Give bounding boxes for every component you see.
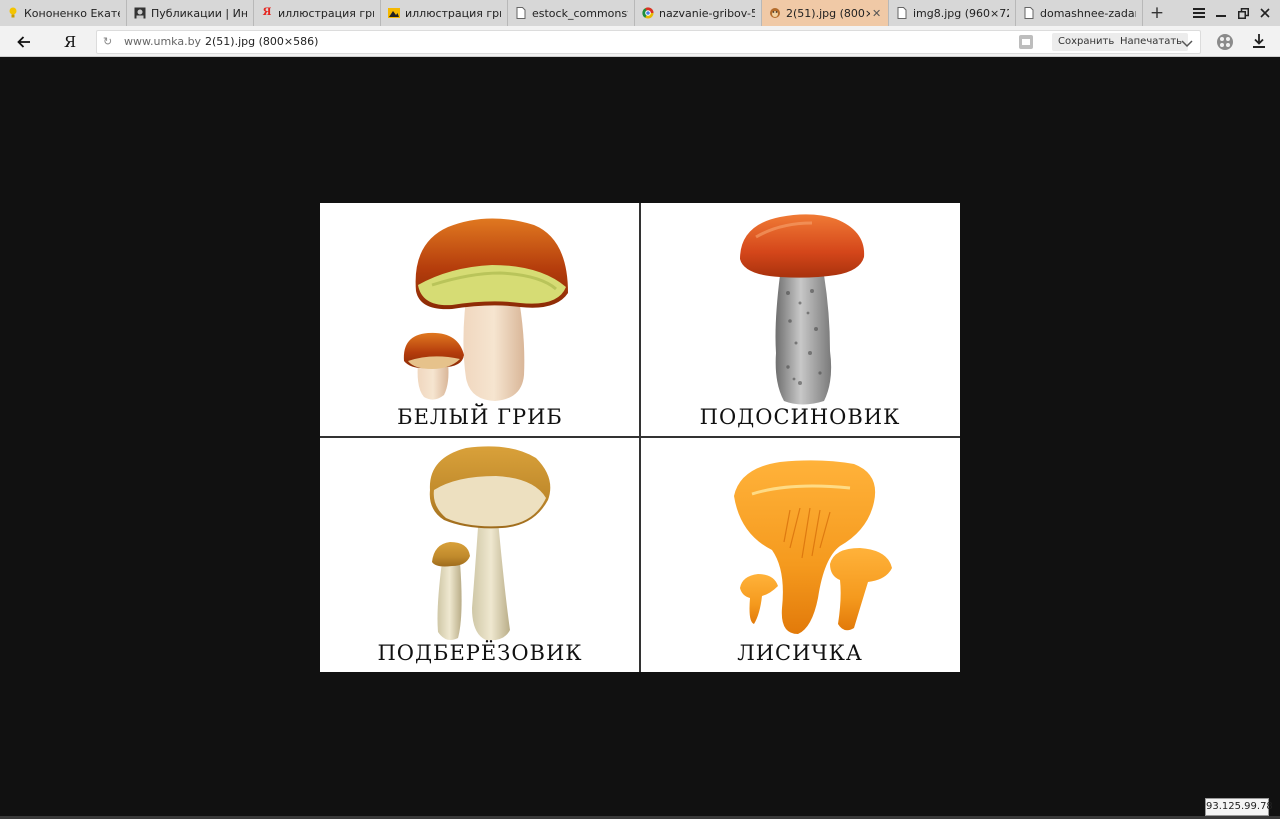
tab[interactable]: nazvanie-gribov-5.jpg bbox=[635, 0, 762, 26]
tab-title: nazvanie-gribov-5.jpg bbox=[659, 6, 755, 20]
ip-address-badge: 93.125.99.78 bbox=[1205, 798, 1273, 816]
tab-title: 2(51).jpg (800×586) bbox=[786, 6, 870, 20]
tab-title: иллюстрация грибов bbox=[278, 6, 374, 20]
page-icon bbox=[515, 7, 527, 19]
image-cell-birch-bolete: ПОДБЕРЁЗОВИК bbox=[320, 438, 640, 672]
tab-title: иллюстрация грибов bbox=[405, 6, 501, 20]
image-viewer: БЕЛЫЙ ГРИБ ПОДОСИНОВИК ПОДБЕРЁЗОВИК ЛИСИ… bbox=[0, 58, 1280, 819]
caption-orange-birch-bolete: ПОДОСИНОВИК bbox=[699, 405, 901, 429]
close-window-icon[interactable] bbox=[1254, 0, 1276, 26]
tab-title: domashnee-zadanie bbox=[1040, 6, 1136, 20]
reload-icon[interactable]: ↻ bbox=[103, 36, 115, 48]
porcini-mushroom-icon bbox=[403, 218, 568, 401]
tab[interactable]: Кононенко Екатерина bbox=[0, 0, 127, 26]
caption-birch-bolete: ПОДБЕРЁЗОВИК bbox=[377, 641, 583, 665]
yandex-icon: Я bbox=[262, 7, 272, 18]
tab[interactable]: domashnee-zadanie bbox=[1016, 0, 1143, 26]
protect-icon[interactable] bbox=[1019, 35, 1033, 49]
page-title: 2(51).jpg (800×586) bbox=[205, 35, 319, 48]
address-bar: Я ↻ www.umka.by 2(51).jpg (800×586) Сохр… bbox=[0, 26, 1280, 57]
chevron-down-icon[interactable] bbox=[1180, 35, 1194, 49]
menu-icon[interactable] bbox=[1188, 0, 1210, 26]
tab-title: Кононенко Екатерина bbox=[24, 6, 120, 20]
image-cell-orange-birch-bolete: ПОДОСИНОВИК bbox=[640, 203, 960, 437]
window-controls bbox=[1188, 0, 1280, 26]
url-domain: www.umka.by bbox=[124, 35, 202, 48]
minimize-icon[interactable] bbox=[1210, 0, 1232, 26]
new-tab-button[interactable]: + bbox=[1143, 0, 1171, 26]
yellow-bulb-icon bbox=[7, 7, 19, 19]
download-icon[interactable] bbox=[1252, 33, 1266, 51]
aspen-mushroom-icon bbox=[740, 214, 865, 405]
save-button[interactable]: Сохранить bbox=[1052, 33, 1121, 51]
gallery-icon bbox=[388, 7, 400, 19]
page-icon bbox=[1023, 7, 1035, 19]
portrait-icon bbox=[134, 7, 146, 19]
extensions-icon[interactable] bbox=[1216, 33, 1234, 51]
tab[interactable]: Публикации | Интра bbox=[127, 0, 254, 26]
monkey-icon bbox=[769, 7, 781, 19]
omnibox[interactable]: ↻ www.umka.by 2(51).jpg (800×586) Сохран… bbox=[96, 30, 1201, 54]
caption-porcini: БЕЛЫЙ ГРИБ bbox=[397, 405, 563, 429]
restore-icon[interactable] bbox=[1232, 0, 1254, 26]
tab[interactable]: estock_commonswiki bbox=[508, 0, 635, 26]
tab-strip: Кононенко Екатерина Публикации | Интра Я… bbox=[0, 0, 1280, 26]
caption-chanterelle: ЛИСИЧКА bbox=[737, 641, 863, 665]
yandex-home-button[interactable]: Я bbox=[60, 32, 80, 52]
close-icon[interactable]: ✕ bbox=[872, 7, 882, 20]
chanterelle-mushroom-icon bbox=[734, 460, 892, 634]
chrome-icon bbox=[642, 7, 654, 19]
browser-window: Кононенко Екатерина Публикации | Интра Я… bbox=[0, 0, 1280, 819]
print-button[interactable]: Напечатать bbox=[1114, 33, 1189, 51]
tab-title: img8.jpg (960×720) bbox=[913, 6, 1009, 20]
tab[interactable]: иллюстрация грибов bbox=[381, 0, 508, 26]
birch-mushroom-icon bbox=[429, 446, 551, 641]
mushroom-image[interactable]: БЕЛЫЙ ГРИБ ПОДОСИНОВИК ПОДБЕРЁЗОВИК ЛИСИ… bbox=[320, 203, 960, 672]
image-cell-porcini: БЕЛЫЙ ГРИБ bbox=[320, 203, 640, 437]
image-cell-chanterelle: ЛИСИЧКА bbox=[640, 438, 960, 672]
tab-active[interactable]: 2(51).jpg (800×586) ✕ bbox=[762, 0, 889, 26]
back-arrow-icon[interactable] bbox=[14, 33, 34, 51]
tab-title: Публикации | Интра bbox=[151, 6, 247, 20]
grid-divider-horizontal bbox=[320, 436, 960, 438]
page-icon bbox=[896, 7, 908, 19]
tab[interactable]: img8.jpg (960×720) bbox=[889, 0, 1016, 26]
tab-title: estock_commonswiki bbox=[532, 6, 628, 20]
tab[interactable]: Я иллюстрация грибов bbox=[254, 0, 381, 26]
